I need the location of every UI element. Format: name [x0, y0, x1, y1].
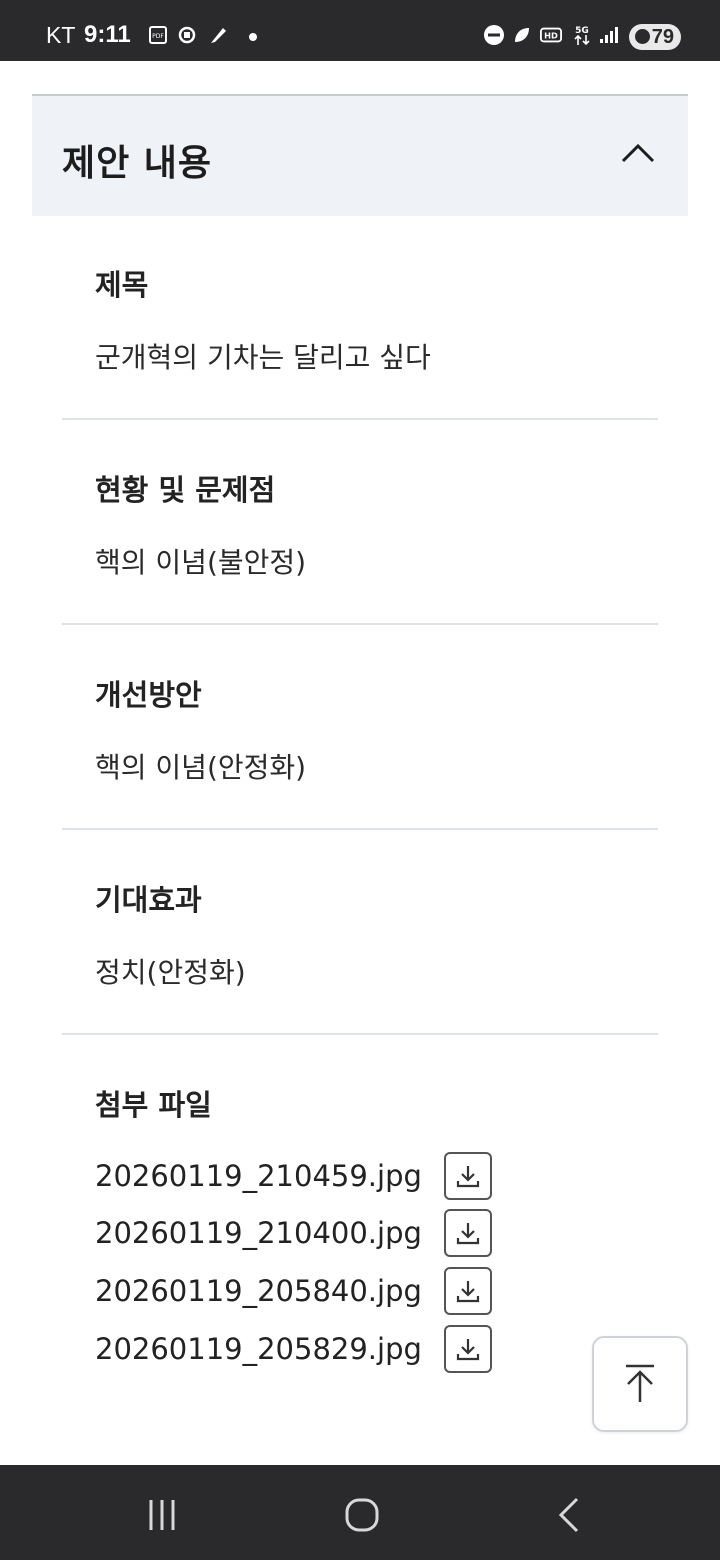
attachment-file-name[interactable]: 20260119_210459.jpg — [95, 1159, 422, 1193]
battery-level: 79 — [651, 25, 674, 48]
field-value-improvement: 핵의 이념(안정화) — [95, 751, 307, 784]
download-button[interactable] — [444, 1325, 492, 1373]
field-label-status: 현황 및 문제점 — [95, 473, 276, 507]
chevron-up-icon[interactable] — [620, 140, 656, 164]
hd-icon: HD — [540, 24, 562, 46]
battery-icon: 79 — [629, 24, 681, 50]
attachment-item: 20260119_205840.jpg — [95, 1267, 492, 1315]
svg-text:HD: HD — [544, 31, 558, 41]
recent-apps-button[interactable] — [142, 1495, 182, 1535]
pdf-icon: PDF — [147, 24, 169, 46]
divider — [62, 828, 658, 830]
field-value-title: 군개혁의 기차는 달리고 싶다 — [95, 341, 431, 374]
attachment-item: 20260119_205829.jpg — [95, 1325, 492, 1373]
signal-icon — [598, 24, 620, 46]
status-bar: KT 9:11 PDF HD 5G 79 — [0, 0, 720, 61]
leaf-icon — [511, 24, 533, 46]
attachment-item: 20260119_210459.jpg — [95, 1152, 492, 1200]
clock-time: 9:11 — [84, 21, 131, 48]
scroll-to-top-button[interactable] — [592, 1336, 688, 1432]
download-button[interactable] — [444, 1267, 492, 1315]
home-icon — [345, 1498, 379, 1532]
svg-text:5G: 5G — [575, 26, 589, 36]
download-icon — [456, 1339, 480, 1361]
divider — [62, 1033, 658, 1035]
recent-apps-icon — [149, 1500, 175, 1530]
download-icon — [456, 1281, 480, 1303]
dnd-icon — [483, 24, 505, 46]
system-nav-bar — [0, 1465, 720, 1560]
field-value-status: 핵의 이념(불안정) — [95, 546, 307, 579]
field-label-improvement: 개선방안 — [95, 678, 202, 712]
proposal-section-header[interactable]: 제안 내용 — [32, 94, 688, 216]
svg-text:PDF: PDF — [152, 33, 164, 40]
attachment-file-name[interactable]: 20260119_210400.jpg — [95, 1216, 422, 1250]
feather-icon — [207, 24, 229, 46]
divider — [62, 623, 658, 625]
attachment-item: 20260119_210400.jpg — [95, 1209, 492, 1257]
field-label-title: 제목 — [95, 268, 149, 302]
attachment-file-name[interactable]: 20260119_205829.jpg — [95, 1332, 422, 1366]
attachments-label: 첨부 파일 — [95, 1088, 212, 1122]
field-value-effect: 정치(안정화) — [95, 956, 246, 989]
battery-leaf-icon — [635, 29, 650, 44]
carrier-label: KT — [46, 22, 76, 48]
download-button[interactable] — [444, 1152, 492, 1200]
download-icon — [456, 1166, 480, 1188]
attachment-file-name[interactable]: 20260119_205840.jpg — [95, 1274, 422, 1308]
divider — [62, 418, 658, 420]
download-button[interactable] — [444, 1209, 492, 1257]
sync-icon — [176, 24, 198, 46]
field-label-effect: 기대효과 — [95, 883, 202, 917]
back-icon — [558, 1497, 579, 1533]
home-button[interactable] — [342, 1495, 382, 1535]
notification-dot-icon — [249, 33, 257, 41]
back-button[interactable] — [548, 1495, 588, 1535]
5g-icon: 5G — [571, 24, 593, 46]
download-icon — [456, 1223, 480, 1245]
section-title: 제안 내용 — [62, 143, 213, 184]
arrow-up-to-top-icon — [626, 1364, 654, 1402]
